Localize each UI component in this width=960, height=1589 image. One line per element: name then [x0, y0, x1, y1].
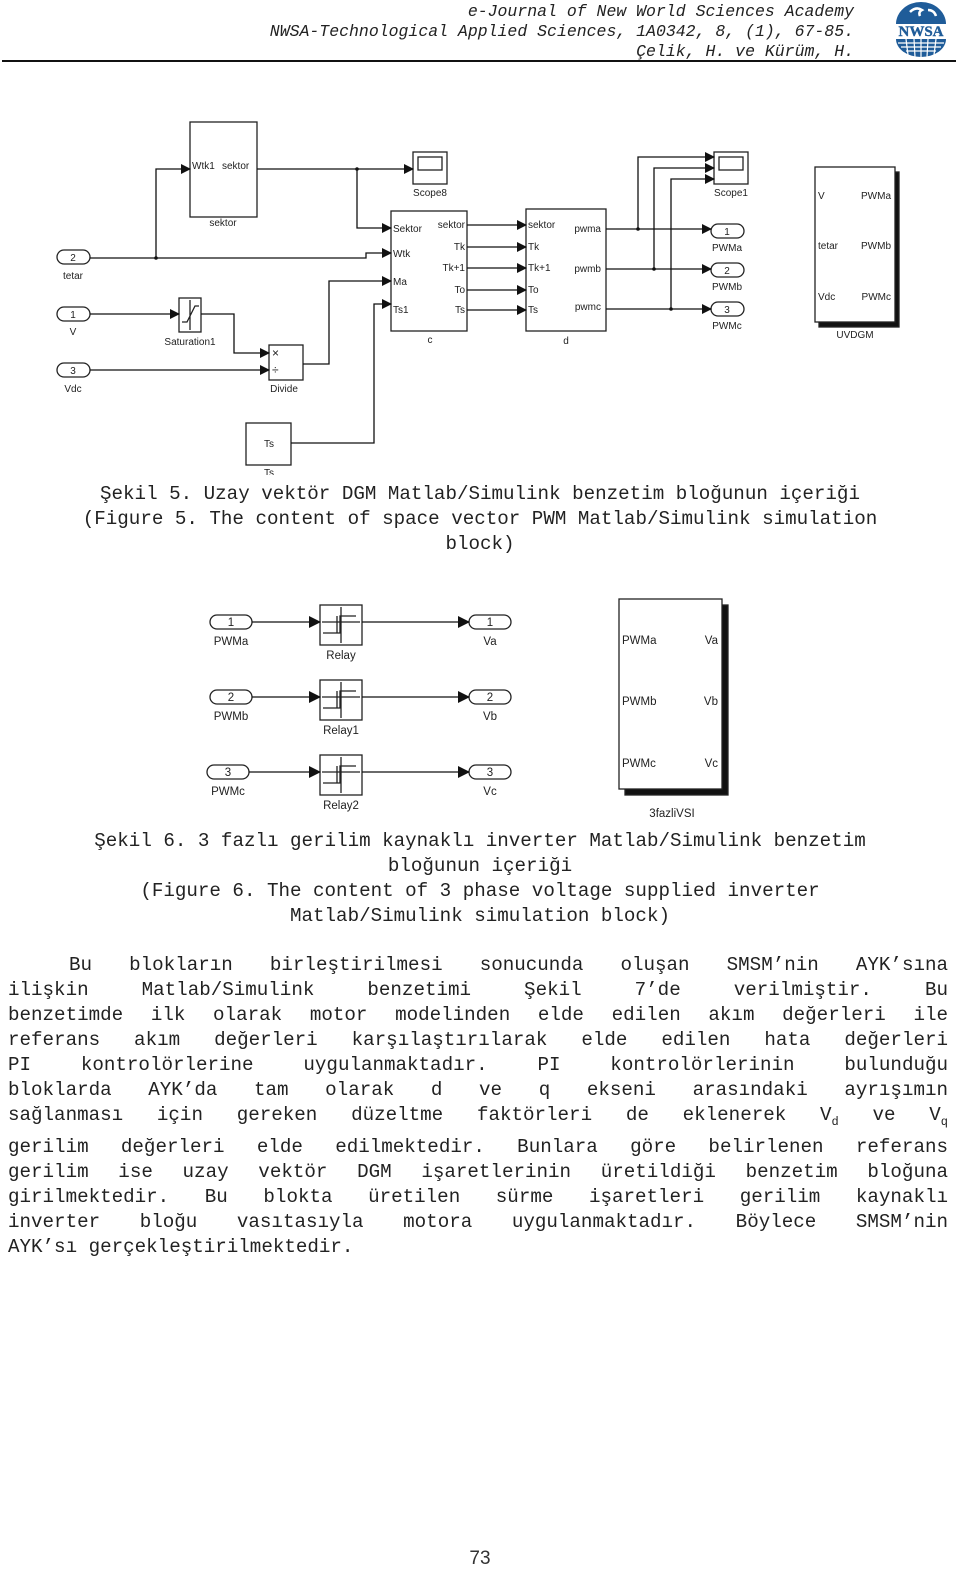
inport-number: 3	[70, 366, 76, 377]
inport-label: tetar	[63, 271, 84, 282]
relay-name: Relay1	[323, 725, 359, 737]
outport-label: Va	[483, 636, 497, 648]
paragraph-line: gerilim ise uzay vektör DGM işaretlerini…	[8, 1160, 948, 1183]
outport-number: 1	[487, 617, 493, 629]
paragraph-line: sağlanması için gereken düzeltme faktörl…	[8, 1104, 948, 1129]
outport-label: PWMb	[712, 282, 742, 293]
inport-label: Vdc	[64, 384, 81, 395]
ts-constant-value: Ts	[264, 439, 274, 450]
figure6-diagram: 1 PWMa 2 PWMb 3 PWMc Relay Relay1 Relay2…	[0, 590, 960, 825]
inport-number: 1	[228, 617, 234, 629]
divide-icon: ÷	[272, 363, 279, 377]
paragraph-line: PI kontrolörlerine uygulanmaktadır. PI k…	[8, 1054, 948, 1076]
outport-number: 3	[487, 767, 493, 779]
uvdgm-output-label: PWMb	[861, 241, 891, 252]
d-input-label: Ts	[528, 305, 538, 316]
scope1-name: Scope1	[714, 188, 748, 199]
d-output-label: pwmb	[574, 264, 601, 275]
figure5-caption: Şekil 5. Uzay vektör DGM Matlab/Simulink…	[0, 482, 960, 557]
c-output-label: sektor	[438, 220, 466, 231]
scope8-name: Scope8	[413, 188, 447, 199]
paragraph-line: AYK’sı gerçekleştirilmektedir.	[8, 1235, 354, 1258]
relay-name: Relay	[326, 650, 356, 662]
outport-number: 2	[724, 266, 730, 277]
paragraph-line: bloklarda AYK’da tam olarak d ve q eksen…	[8, 1079, 948, 1101]
body-paragraph: Bu blokların birleştirilmesi sonucunda o…	[8, 953, 948, 1260]
figure5-caption-tr: Şekil 5. Uzay vektör DGM Matlab/Simulink…	[100, 483, 860, 505]
uvdgm-output-label: PWMc	[862, 292, 891, 303]
figure5-diagram: Wtk1 sektor sektor Scope8 Scope1 Sektor …	[0, 0, 960, 480]
c-name: c	[428, 335, 433, 346]
outport-number: 3	[724, 305, 730, 316]
inport-label: PWMb	[214, 711, 249, 723]
outport-label: Vb	[483, 711, 497, 723]
c-input-label: Ma	[393, 277, 407, 288]
paragraph-line: referans akım değerleri karşılaştırılara…	[8, 1029, 948, 1051]
uvdgm-input-label: Vdc	[818, 292, 835, 303]
saturation-name: Saturation1	[164, 337, 216, 348]
inport-number: 2	[70, 253, 76, 264]
sektor-in-label: Wtk1	[192, 161, 215, 172]
vsi-input-label: PWMa	[622, 635, 657, 647]
relay-name: Relay2	[323, 800, 359, 812]
outport-label: Vc	[483, 786, 497, 798]
multiply-icon: ×	[272, 346, 279, 360]
inport-number: 3	[225, 767, 231, 779]
vsi-input-label: PWMb	[622, 696, 657, 708]
d-input-label: sektor	[528, 220, 556, 231]
uvdgm-input-label: tetar	[818, 241, 839, 252]
figure5-caption-en: (Figure 5. The content of space vector P…	[82, 508, 878, 530]
uvdgm-output-label: PWMa	[861, 191, 891, 202]
c-output-label: Tk+1	[442, 263, 465, 274]
inport-number: 2	[228, 692, 234, 704]
outport-label: PWMa	[712, 243, 742, 254]
figure5-caption-en: block)	[445, 533, 515, 555]
uvdgm-input-label: V	[818, 191, 825, 202]
uvdgm-name: UVDGM	[836, 330, 873, 341]
figure6-caption-en: (Figure 6. The content of 3 phase voltag…	[140, 880, 820, 902]
paragraph-line: benzetimde ilk olarak motor modelinden e…	[8, 1004, 948, 1026]
inport-label: V	[70, 327, 77, 338]
figure6-caption-en: Matlab/Simulink simulation block)	[290, 905, 670, 927]
vsi-output-label: Vb	[704, 696, 718, 708]
figure6-caption: Şekil 6. 3 fazlı gerilim kaynaklı invert…	[0, 829, 960, 929]
vsi-name: 3fazliVSI	[649, 808, 694, 820]
ts-constant-name: Ts	[264, 468, 274, 475]
c-output-label: Tk	[454, 242, 466, 253]
paragraph-line: girilmektedir. Bu blokta üretilen sürme …	[8, 1185, 948, 1208]
d-input-label: Tk	[528, 242, 540, 253]
outport-number: 2	[487, 692, 493, 704]
d-input-label: Tk+1	[528, 263, 551, 274]
c-output-label: Ts	[455, 305, 465, 316]
vsi-input-label: PWMc	[622, 758, 656, 770]
d-name: d	[563, 336, 569, 347]
d-output-label: pwmc	[575, 302, 601, 313]
vsi-output-label: Vc	[705, 758, 719, 770]
inport-label: PWMa	[214, 636, 249, 648]
sektor-out-label: sektor	[222, 161, 250, 172]
d-output-label: pwma	[574, 224, 601, 235]
c-input-label: Sektor	[393, 224, 423, 235]
paragraph-line: inverter bloğu vasıtasıyla motora uygula…	[8, 1210, 948, 1233]
inport-number: 1	[70, 310, 76, 321]
paragraph-line: ilişkin Matlab/Simulink benzetimi Şekil …	[8, 979, 948, 1001]
page-number: 73	[469, 1548, 491, 1569]
figure6-caption-tr: Şekil 6. 3 fazlı gerilim kaynaklı invert…	[94, 830, 866, 852]
figure6-caption-tr: bloğunun içeriği	[387, 855, 573, 877]
d-input-label: To	[528, 285, 539, 296]
c-output-label: To	[454, 285, 465, 296]
divide-name: Divide	[270, 384, 298, 395]
outport-label: PWMc	[712, 321, 741, 332]
paragraph-line: Bu blokların birleştirilmesi sonucunda o…	[69, 954, 948, 976]
inport-label: PWMc	[211, 786, 245, 798]
vsi-output-label: Va	[705, 635, 719, 647]
paragraph-line: gerilim değerleri elde edilmektedir. Bun…	[8, 1135, 948, 1158]
sektor-name: sektor	[209, 218, 237, 229]
outport-number: 1	[724, 227, 730, 238]
c-input-label: Ts1	[393, 305, 409, 316]
c-input-label: Wtk	[393, 249, 411, 260]
